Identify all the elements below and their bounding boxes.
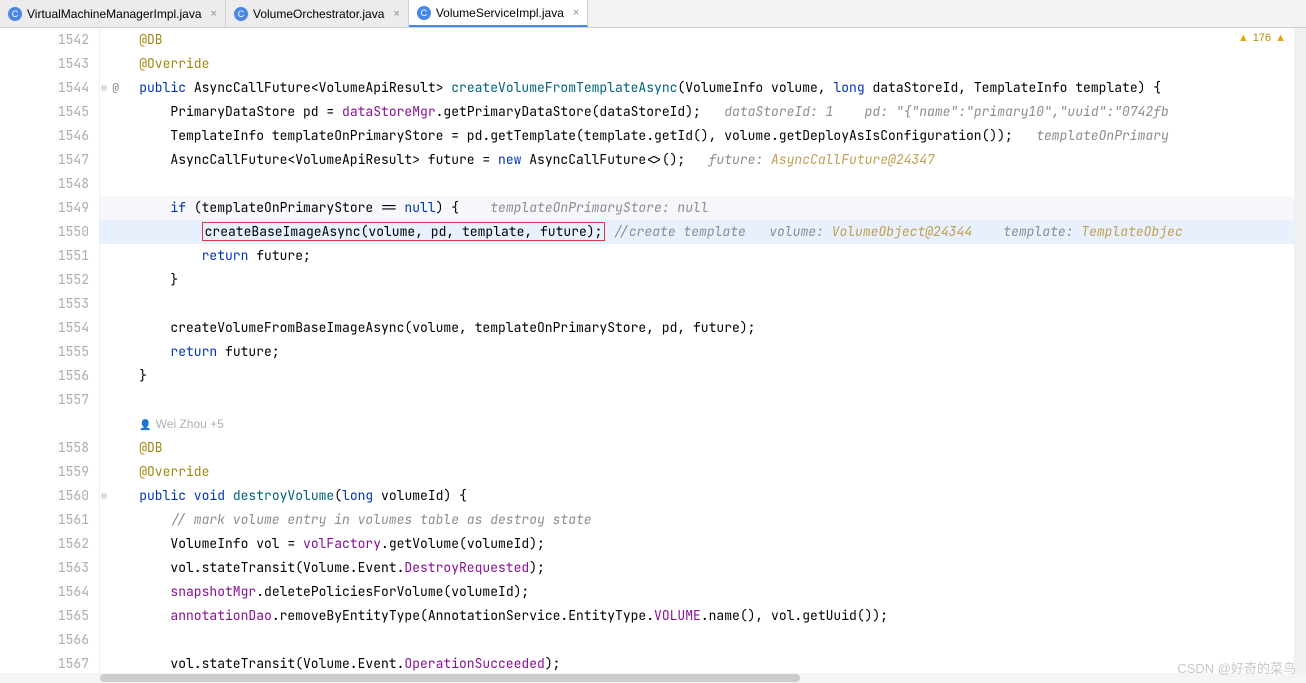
line-number-gutter[interactable]: 154215431544↑@⊖1545154615471548154915501… (0, 28, 100, 683)
code-line[interactable]: annotationDao.removeByEntityType(Annotat… (100, 604, 1306, 628)
line-number[interactable]: 1558 (0, 436, 89, 460)
vertical-scrollbar[interactable] (1294, 28, 1306, 683)
line-number[interactable]: 1560↑⊖ (0, 484, 89, 508)
code-editor[interactable]: 154215431544↑@⊖1545154615471548154915501… (0, 28, 1306, 683)
code-line[interactable]: createBaseImageAsync(volume, pd, templat… (100, 220, 1306, 244)
watermark: CSDN @好奇的菜鸟 (1177, 658, 1296, 677)
code-line[interactable]: if (templateOnPrimaryStore == null) { te… (100, 196, 1306, 220)
tab-volumeserviceimpl[interactable]: C VolumeServiceImpl.java × (409, 0, 589, 27)
code-line[interactable]: public AsyncCallFuture<VolumeApiResult> … (100, 76, 1306, 100)
line-number[interactable]: 1547 (0, 148, 89, 172)
line-number[interactable] (0, 412, 89, 436)
code-line[interactable]: PrimaryDataStore pd = dataStoreMgr.getPr… (100, 100, 1306, 124)
line-number[interactable]: 1566 (0, 628, 89, 652)
code-line[interactable]: @Override (100, 460, 1306, 484)
line-number[interactable]: 1549 (0, 196, 89, 220)
line-number[interactable]: 1559 (0, 460, 89, 484)
line-number[interactable]: 1550 (0, 220, 89, 244)
code-line[interactable]: @DB (100, 28, 1306, 52)
code-line[interactable]: @DB (100, 436, 1306, 460)
line-number[interactable]: 1554 (0, 316, 89, 340)
code-line[interactable]: } (100, 268, 1306, 292)
author-annotation[interactable]: 👤Wei Zhou +5 (139, 417, 224, 431)
tab-label: VolumeOrchestrator.java (253, 7, 384, 21)
editor-tabs: C VirtualMachineManagerImpl.java × C Vol… (0, 0, 1306, 28)
code-area[interactable]: @DB @Override public AsyncCallFuture<Vol… (100, 28, 1306, 683)
line-number[interactable]: 1562 (0, 532, 89, 556)
line-number[interactable]: 1551 (0, 244, 89, 268)
line-number[interactable]: 1552 (0, 268, 89, 292)
horizontal-scrollbar[interactable] (0, 673, 1306, 683)
code-line[interactable]: createVolumeFromBaseImageAsync(volume, t… (100, 316, 1306, 340)
line-number[interactable]: 1542 (0, 28, 89, 52)
code-line[interactable]: TemplateInfo templateOnPrimaryStore = pd… (100, 124, 1306, 148)
code-line[interactable]: return future; (100, 340, 1306, 364)
tab-label: VolumeServiceImpl.java (436, 6, 564, 20)
code-line[interactable] (100, 628, 1306, 652)
close-icon[interactable]: × (211, 8, 217, 20)
close-icon[interactable]: × (573, 7, 579, 19)
code-line[interactable]: return future; (100, 244, 1306, 268)
java-class-icon: C (8, 7, 22, 21)
code-line[interactable] (100, 388, 1306, 412)
code-line[interactable]: // mark volume entry in volumes table as… (100, 508, 1306, 532)
code-line[interactable]: 👤Wei Zhou +5 (100, 412, 1306, 436)
line-number[interactable]: 1543 (0, 52, 89, 76)
java-class-icon: C (417, 6, 431, 20)
line-number[interactable]: 1548 (0, 172, 89, 196)
code-line[interactable] (100, 172, 1306, 196)
line-number[interactable]: 1544↑@⊖ (0, 76, 89, 100)
code-line[interactable]: AsyncCallFuture<VolumeApiResult> future … (100, 148, 1306, 172)
tab-label: VirtualMachineManagerImpl.java (27, 7, 202, 21)
line-number[interactable]: 1553 (0, 292, 89, 316)
line-number[interactable]: 1546 (0, 124, 89, 148)
line-number[interactable]: 1557 (0, 388, 89, 412)
scrollbar-thumb[interactable] (100, 674, 800, 682)
code-line[interactable]: snapshotMgr.deletePoliciesForVolume(volu… (100, 580, 1306, 604)
line-number[interactable]: 1563 (0, 556, 89, 580)
line-number[interactable]: 1555 (0, 340, 89, 364)
line-number[interactable]: 1561 (0, 508, 89, 532)
line-number[interactable]: 1564 (0, 580, 89, 604)
line-number[interactable]: 1556 (0, 364, 89, 388)
tab-virtualmachinemanager[interactable]: C VirtualMachineManagerImpl.java × (0, 0, 226, 27)
code-line[interactable] (100, 292, 1306, 316)
code-line[interactable]: } (100, 364, 1306, 388)
java-class-icon: C (234, 7, 248, 21)
code-line[interactable]: @Override (100, 52, 1306, 76)
close-icon[interactable]: × (393, 8, 399, 20)
tab-volumeorchestrator[interactable]: C VolumeOrchestrator.java × (226, 0, 409, 27)
highlighted-call: createBaseImageAsync(volume, pd, templat… (202, 222, 606, 241)
code-line[interactable]: public void destroyVolume(long volumeId)… (100, 484, 1306, 508)
line-number[interactable]: 1565 (0, 604, 89, 628)
code-line[interactable]: VolumeInfo vol = volFactory.getVolume(vo… (100, 532, 1306, 556)
line-number[interactable]: 1545 (0, 100, 89, 124)
code-line[interactable]: vol.stateTransit(Volume.Event.DestroyReq… (100, 556, 1306, 580)
